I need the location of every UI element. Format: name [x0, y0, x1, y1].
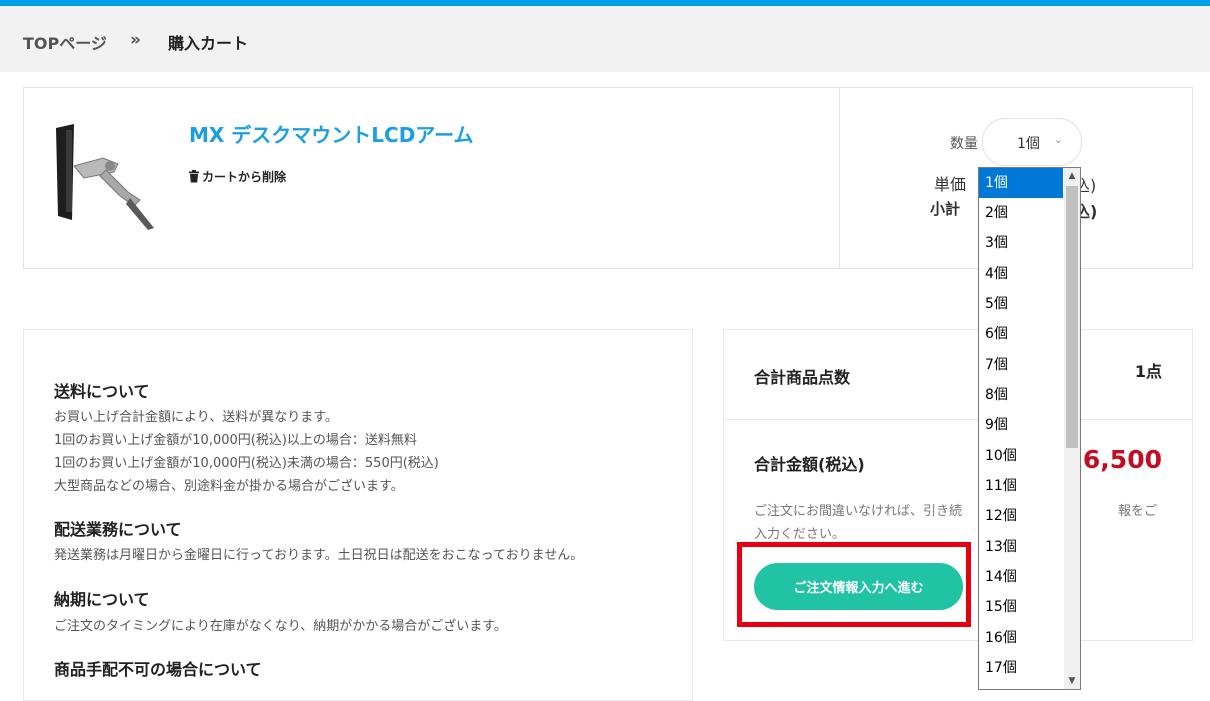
shipping-info-panel: 送料について お買い上げ合計金額により、送料が異なります。 1回のお買い上げ金額… [23, 329, 693, 701]
unit-price-label: 単価 [934, 175, 967, 194]
leadtime-heading: 納期について [54, 590, 150, 609]
scroll-up-icon[interactable]: ▲ [1064, 168, 1080, 184]
shipping-line: 1回のお買い上げ金額が10,000円(税込)以上の場合：送料無料 [54, 433, 417, 448]
quantity-select[interactable]: 1個 ⌄ [982, 118, 1082, 166]
product-name-link[interactable]: MX デスクマウントLCDアーム [189, 119, 474, 148]
shipping-heading: 送料について [54, 382, 150, 401]
delivery-heading: 配送業務について [54, 520, 182, 539]
quantity-option[interactable]: 12個 [979, 501, 1063, 531]
breadcrumb-home-link[interactable]: TOPページ [23, 30, 107, 54]
quantity-option[interactable]: 16個 [979, 623, 1063, 653]
leadtime-text: ご注文のタイミングにより在庫がなくなり、納期がかかる場合がございます。 [54, 619, 507, 634]
quantity-option[interactable]: 6個 [979, 319, 1063, 349]
total-count-label: 合計商品点数 [754, 368, 851, 387]
quantity-option[interactable]: 5個 [979, 289, 1063, 319]
quantity-option[interactable]: 9個 [979, 410, 1063, 440]
quantity-option[interactable]: 1個 [979, 168, 1063, 198]
quantity-label: 数量 [950, 136, 978, 152]
breadcrumb: TOPページ » 購入カート [0, 6, 1210, 72]
order-note: ご注文にお間違いなければ、引き続 報をご入力ください。 [754, 504, 1158, 542]
chevron-down-icon: ⌄ [1053, 133, 1063, 146]
breadcrumb-separator: » [130, 30, 141, 50]
shipping-line: 1回のお買い上げ金額が10,000円(税込)未満の場合：550円(税込) [54, 456, 439, 471]
quantity-option[interactable]: 7個 [979, 350, 1063, 380]
scrollbar-thumb[interactable] [1066, 186, 1078, 448]
quantity-option[interactable]: 11個 [979, 471, 1063, 501]
shipping-line: 大型商品などの場合、別途料金が掛かる場合がございます。 [54, 479, 404, 494]
remove-label: カートから削除 [202, 170, 287, 184]
quantity-value: 1個 [1017, 136, 1040, 152]
proceed-to-order-button[interactable]: ご注文情報入力へ進む [754, 563, 963, 610]
subtotal-label: 小計 [930, 200, 961, 218]
breadcrumb-current: 購入カート [168, 34, 249, 53]
unavailable-heading: 商品手配不可の場合について [54, 660, 262, 679]
trash-icon [189, 170, 199, 183]
quantity-option[interactable]: 17個 [979, 653, 1063, 683]
quantity-option[interactable]: 2個 [979, 198, 1063, 228]
total-count-value: 1点 [1134, 362, 1162, 381]
divider [839, 88, 840, 268]
quantity-dropdown-list[interactable]: 1個 2個 3個 4個 5個 6個 7個 8個 9個 10個 11個 12個 1… [978, 167, 1081, 690]
product-image[interactable] [48, 120, 158, 230]
divider [724, 419, 1192, 420]
quantity-option[interactable]: 8個 [979, 380, 1063, 410]
shipping-line: お買い上げ合計金額により、送料が異なります。 [54, 410, 338, 425]
quantity-option[interactable]: 15個 [979, 592, 1063, 622]
quantity-option[interactable]: 10個 [979, 441, 1063, 471]
scroll-down-icon[interactable]: ▼ [1064, 673, 1080, 689]
quantity-option[interactable]: 3個 [979, 228, 1063, 258]
quantity-option[interactable]: 13個 [979, 532, 1063, 562]
quantity-option[interactable]: 4個 [979, 259, 1063, 289]
total-amount-label: 合計金額(税込) [754, 455, 865, 474]
remove-from-cart-link[interactable]: カートから削除 [188, 168, 286, 185]
delivery-text: 発送業務は月曜日から金曜日に行っております。土日祝日は配送をおこなっておりません… [54, 548, 584, 563]
dropdown-scrollbar[interactable]: ▲ ▼ [1064, 168, 1080, 689]
quantity-option[interactable]: 14個 [979, 562, 1063, 592]
